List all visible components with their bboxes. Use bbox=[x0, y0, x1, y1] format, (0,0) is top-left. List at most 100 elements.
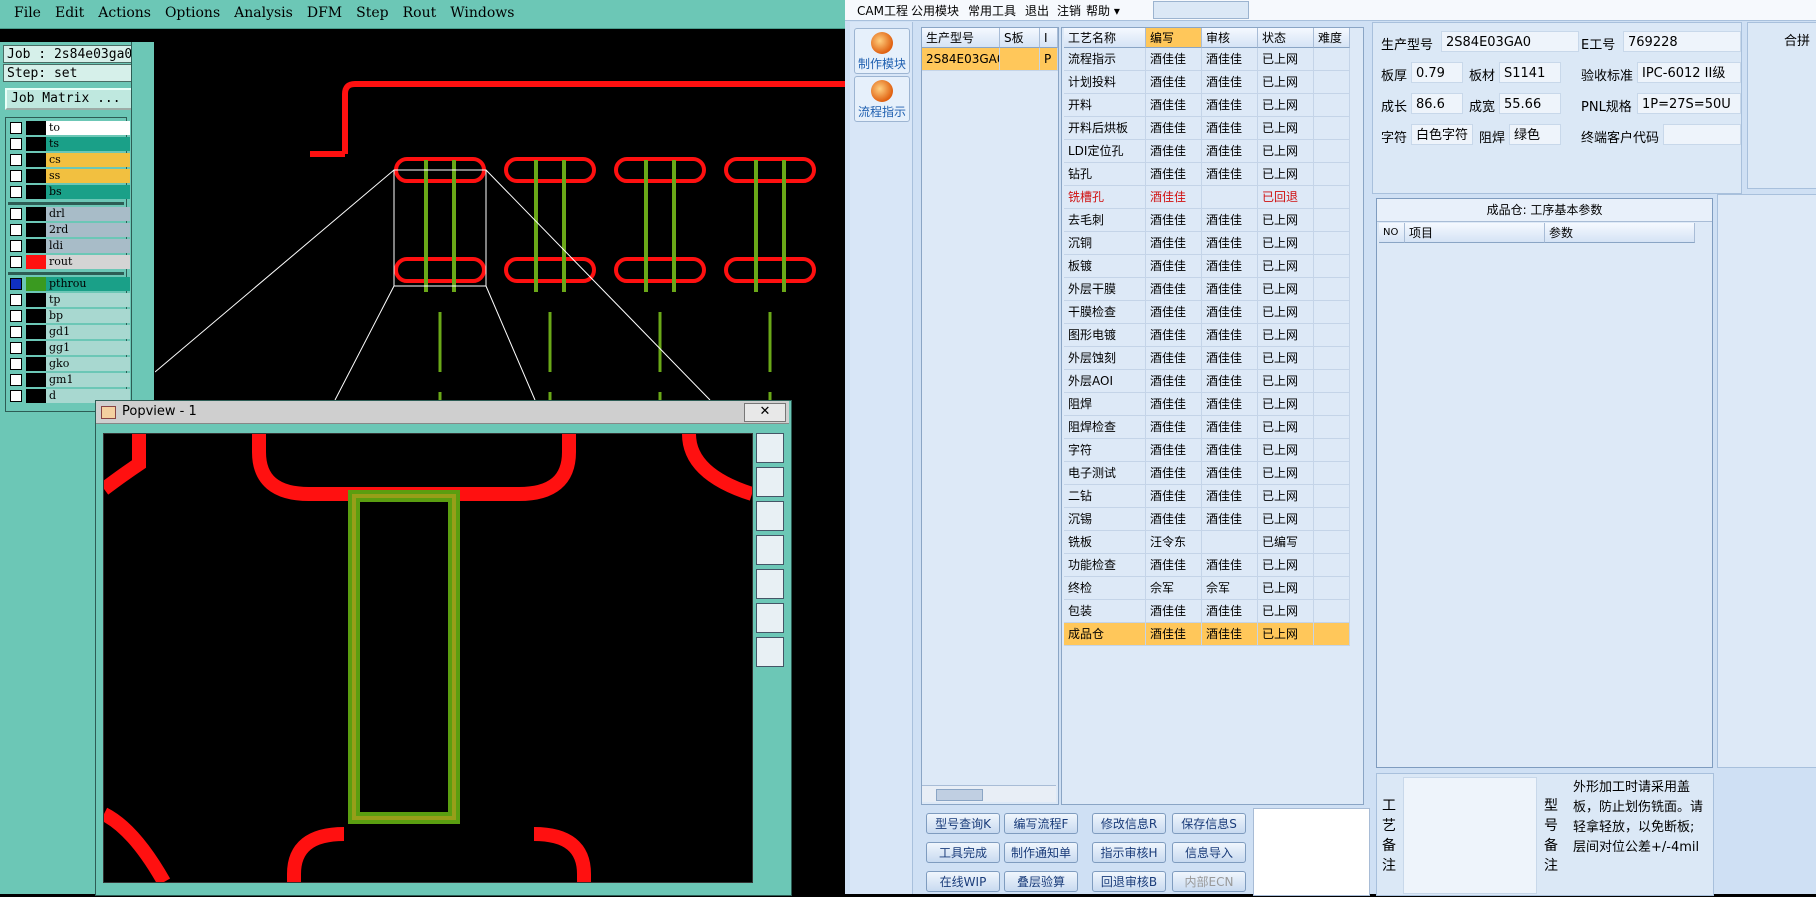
layer-row[interactable]: ss bbox=[8, 169, 130, 183]
grid2-cell[interactable]: 已上网 bbox=[1258, 508, 1314, 531]
grid2-cell[interactable]: 酒佳佳 bbox=[1146, 209, 1202, 232]
sidebar-item-flow[interactable]: 流程指示 bbox=[854, 76, 910, 122]
grid2-header[interactable]: 工艺名称 bbox=[1064, 28, 1146, 48]
job-matrix-button[interactable]: Job Matrix ... bbox=[5, 88, 151, 110]
grid2-cell[interactable]: 酒佳佳 bbox=[1146, 255, 1202, 278]
pan-right-icon[interactable] bbox=[756, 569, 784, 599]
grid2-cell[interactable]: 已上网 bbox=[1258, 301, 1314, 324]
grid2-cell[interactable] bbox=[1314, 462, 1350, 485]
grid2-cell[interactable]: 酒佳佳 bbox=[1146, 117, 1202, 140]
grid2-cell[interactable]: 酒佳佳 bbox=[1146, 347, 1202, 370]
grid2-cell[interactable]: 成品仓 bbox=[1064, 623, 1146, 646]
process-remark-box[interactable] bbox=[1403, 777, 1537, 894]
std-value[interactable]: IPC-6012 II级 bbox=[1637, 62, 1741, 83]
menu-dfm[interactable]: DFM bbox=[307, 5, 342, 21]
layer-checkbox[interactable] bbox=[10, 240, 22, 252]
action-button[interactable]: 修改信息R bbox=[1092, 813, 1166, 834]
layer-checkbox[interactable] bbox=[10, 326, 22, 338]
grid2-cell[interactable]: 酒佳佳 bbox=[1146, 163, 1202, 186]
grid2-cell[interactable]: 已编写 bbox=[1258, 531, 1314, 554]
grid2-cell[interactable]: LDI定位孔 bbox=[1064, 140, 1146, 163]
action-button[interactable]: 工具完成 bbox=[926, 842, 1000, 863]
grid2-header[interactable]: 编写 bbox=[1146, 28, 1202, 48]
grid2-header[interactable]: 难度 bbox=[1314, 28, 1350, 48]
layer-name[interactable]: bs bbox=[46, 185, 130, 199]
layer-name[interactable]: tp bbox=[46, 293, 130, 307]
grid2-header[interactable]: 状态 bbox=[1258, 28, 1314, 48]
grid2-cell[interactable] bbox=[1314, 232, 1350, 255]
grid2-header[interactable]: 审核 bbox=[1202, 28, 1258, 48]
grid2-cell[interactable] bbox=[1314, 600, 1350, 623]
popview-canvas[interactable] bbox=[99, 433, 755, 886]
layer-name[interactable]: pthrou bbox=[46, 277, 130, 291]
grid2-cell[interactable]: 酒佳佳 bbox=[1202, 416, 1258, 439]
grid2-cell[interactable]: 已上网 bbox=[1258, 255, 1314, 278]
layer-checkbox[interactable] bbox=[10, 138, 22, 150]
grid2-cell[interactable]: 已上网 bbox=[1258, 370, 1314, 393]
layer-checkbox[interactable] bbox=[10, 342, 22, 354]
grid2-cell[interactable] bbox=[1314, 554, 1350, 577]
grid2-cell[interactable]: 二钻 bbox=[1064, 485, 1146, 508]
param-table[interactable]: 成品仓: 工序基本参数 NO 项目 参数 bbox=[1376, 198, 1713, 768]
pnl-value[interactable]: 1P=27S=50U bbox=[1637, 93, 1741, 114]
layer-row[interactable]: pthrou bbox=[8, 277, 130, 291]
top-menu-item[interactable]: 注销 bbox=[1057, 2, 1081, 19]
grid2-cell[interactable] bbox=[1314, 209, 1350, 232]
grid2-cell[interactable] bbox=[1314, 324, 1350, 347]
layer-row[interactable]: drl bbox=[8, 207, 130, 221]
grid2-cell[interactable]: 酒佳佳 bbox=[1202, 209, 1258, 232]
grid2-cell[interactable]: 酒佳佳 bbox=[1202, 117, 1258, 140]
grid2-cell[interactable] bbox=[1314, 278, 1350, 301]
grid2-cell[interactable]: 开料 bbox=[1064, 94, 1146, 117]
grid2-cell[interactable]: 酒佳佳 bbox=[1146, 278, 1202, 301]
layer-row[interactable]: bp bbox=[8, 309, 130, 323]
grid2-cell[interactable] bbox=[1314, 163, 1350, 186]
grid2-cell[interactable]: 酒佳佳 bbox=[1202, 48, 1258, 71]
grid2-cell[interactable]: 酒佳佳 bbox=[1146, 508, 1202, 531]
grid2-cell[interactable]: 已上网 bbox=[1258, 600, 1314, 623]
layer-name[interactable]: ss bbox=[46, 169, 130, 183]
len-value[interactable]: 86.6 bbox=[1411, 93, 1463, 114]
grid2-cell[interactable]: 酒佳佳 bbox=[1146, 600, 1202, 623]
grid2-cell[interactable]: 已上网 bbox=[1258, 324, 1314, 347]
grid2-cell[interactable] bbox=[1314, 623, 1350, 646]
sidebar-item-make[interactable]: 制作模块 bbox=[854, 28, 910, 74]
grid2-cell[interactable]: 酒佳佳 bbox=[1146, 232, 1202, 255]
grid1-cell[interactable] bbox=[1000, 48, 1040, 71]
grid2-cell[interactable]: 已上网 bbox=[1258, 623, 1314, 646]
action-button[interactable]: 制作通知单 bbox=[1004, 842, 1078, 863]
menu-options[interactable]: Options bbox=[165, 5, 220, 21]
layer-checkbox[interactable] bbox=[10, 390, 22, 402]
grid2-cell[interactable]: 酒佳佳 bbox=[1146, 485, 1202, 508]
grid2-cell[interactable]: 字符 bbox=[1064, 439, 1146, 462]
layer-checkbox[interactable] bbox=[10, 310, 22, 322]
action-button[interactable]: 保存信息S bbox=[1172, 813, 1246, 834]
layer-row[interactable]: tp bbox=[8, 293, 130, 307]
grid2-cell[interactable]: 图形电镀 bbox=[1064, 324, 1146, 347]
action-button[interactable]: 信息导入 bbox=[1172, 842, 1246, 863]
layer-name[interactable]: rout bbox=[46, 255, 130, 269]
grid2-cell[interactable]: 酒佳佳 bbox=[1202, 462, 1258, 485]
grid2-cell[interactable]: 酒佳佳 bbox=[1146, 416, 1202, 439]
menu-edit[interactable]: Edit bbox=[55, 5, 84, 21]
popview-window[interactable]: Popview - 1 ✕ bbox=[95, 400, 792, 896]
grid2-cell[interactable]: 已上网 bbox=[1258, 416, 1314, 439]
grid2-cell[interactable]: 干膜检查 bbox=[1064, 301, 1146, 324]
layer-checkbox[interactable] bbox=[10, 374, 22, 386]
grid2-cell[interactable]: 已上网 bbox=[1258, 485, 1314, 508]
grid2-cell[interactable]: 已上网 bbox=[1258, 554, 1314, 577]
grid2-cell[interactable]: 酒佳佳 bbox=[1146, 623, 1202, 646]
grid2-cell[interactable]: 酒佳佳 bbox=[1202, 600, 1258, 623]
grid2-cell[interactable] bbox=[1314, 370, 1350, 393]
grid2-cell[interactable]: 酒佳佳 bbox=[1146, 94, 1202, 117]
menu-file[interactable]: File bbox=[14, 5, 41, 21]
grid2-cell[interactable]: 已上网 bbox=[1258, 462, 1314, 485]
layer-name[interactable]: cs bbox=[46, 153, 130, 167]
process-grid[interactable]: 工艺名称 编写 审核 状态 难度 流程指示 酒佳佳 酒佳佳 已上网 计划投料 酒佳佳 酒佳佳 已上网 开料… bbox=[1061, 27, 1364, 805]
menu-analysis[interactable]: Analysis bbox=[234, 5, 293, 21]
top-menu-item[interactable]: 常用工具 bbox=[968, 2, 1016, 19]
grid2-cell[interactable] bbox=[1202, 186, 1258, 209]
grid2-cell[interactable]: 已上网 bbox=[1258, 209, 1314, 232]
menu-actions[interactable]: Actions bbox=[98, 5, 151, 21]
grid2-cell[interactable]: 酒佳佳 bbox=[1146, 301, 1202, 324]
